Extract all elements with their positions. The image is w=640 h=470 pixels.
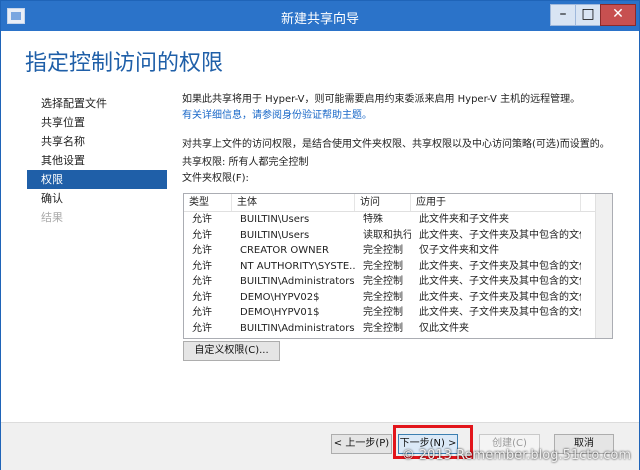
cell-principal: BUILTIN\Users [240,214,310,225]
nav-item-share-location[interactable]: 共享位置 [27,113,167,132]
header-access[interactable]: 访问 [355,194,411,211]
cell-access: 完全控制 [363,245,403,256]
table-scrollbar[interactable] [595,194,612,338]
cell-type: 允许 [192,229,212,241]
table-row[interactable]: 允许 BUILTIN\Users 读取和执行 此文件夹、子文件夹及其中包含的文件 [184,228,612,244]
nav-item-select-profile[interactable]: 选择配置文件 [27,94,167,113]
table-row[interactable]: 允许 NT AUTHORITY\SYSTE... 完全控制 此文件夹、子文件夹及… [184,259,612,275]
cell-access: 完全控制 [363,260,403,272]
nav-item-permissions[interactable]: 权限 [27,170,167,189]
header-applies-to[interactable]: 应用于 [411,194,581,211]
prev-button[interactable]: < 上一步(P) [331,434,392,454]
help-link[interactable]: 有关详细信息，请参阅身份验证帮助主题。 [182,108,622,124]
cell-principal: BUILTIN\Administrators [240,322,355,334]
cell-type: 允许 [192,291,212,303]
cell-type: 允许 [192,245,212,256]
nav-item-results: 结果 [41,211,63,224]
cell-principal: CREATOR OWNER [240,245,329,256]
table-header: 类型 主体 访问 应用于 [184,194,612,212]
window-title: 新建共享向导 [280,12,359,27]
cell-access: 完全控制 [363,307,403,318]
cell-applies-to: 此文件夹、子文件夹及其中包含的文件 [419,260,581,272]
nav-item-confirm[interactable]: 确认 [27,189,167,208]
cell-principal: DEMO\HYPV01$ [240,307,320,318]
cell-principal: DEMO\HYPV02$ [240,291,320,303]
page-title: 指定控制访问的权限 [25,51,224,76]
cell-type: 允许 [192,322,212,334]
table-row[interactable]: 允许 BUILTIN\Administrators 完全控制 仅此文件夹 [184,321,612,337]
table-row[interactable]: 允许 BUILTIN\Users 特殊 此文件夹和子文件夹 [184,212,612,228]
intro-text: 如果此共享将用于 Hyper-V，则可能需要启用约束委派来启用 Hyper-V … [182,94,581,105]
cell-access: 完全控制 [363,291,403,303]
table-row[interactable]: 允许 BUILTIN\Administrators 完全控制 此文件夹、子文件夹… [184,274,612,290]
cell-access: 特殊 [363,214,383,225]
table-row[interactable]: 允许 CREATOR OWNER 完全控制 仅子文件夹和文件 [184,243,612,259]
cell-access: 完全控制 [363,322,403,334]
cell-type: 允许 [192,214,212,225]
nav-item-other-settings[interactable]: 其他设置 [27,151,167,170]
cell-access: 完全控制 [363,276,403,287]
content-area: 如果此共享将用于 Hyper-V，则可能需要启用约束委派来启用 Hyper-V … [182,92,622,187]
cell-principal: BUILTIN\Users [240,229,310,241]
table-row[interactable]: 允许 DEMO\HYPV01$ 完全控制 此文件夹、子文件夹及其中包含的文件 [184,305,612,321]
cell-type: 允许 [192,307,212,318]
maximize-button[interactable]: □ [575,4,601,26]
title-bar[interactable]: 新建共享向导 – □ ✕ [1,1,639,31]
cell-applies-to: 此文件夹、子文件夹及其中包含的文件 [419,276,581,287]
description-text: 对共享上文件的访问权限，是结合使用文件夹权限、共享权限以及中心访问策略(可选)而… [182,139,610,150]
custom-permissions-button[interactable]: 自定义权限(C)... [183,341,280,361]
cell-applies-to: 此文件夹、子文件夹及其中包含的文件 [419,307,581,318]
cell-applies-to: 仅子文件夹和文件 [419,245,499,256]
folder-permission-label: 文件夹权限(F): [182,173,249,184]
cell-access: 读取和执行 [363,229,411,241]
table-row[interactable]: 允许 DEMO\HYPV02$ 完全控制 此文件夹、子文件夹及其中包含的文件 [184,290,612,306]
cell-applies-to: 此文件夹、子文件夹及其中包含的文件 [419,291,581,303]
header-principal[interactable]: 主体 [232,194,355,211]
cell-applies-to: 仅此文件夹 [419,322,469,334]
minimize-button[interactable]: – [550,4,576,26]
cell-principal: NT AUTHORITY\SYSTE... [240,260,355,272]
watermark: © 2013 Remember.blog.51cto.com [401,448,631,463]
cell-applies-to: 此文件夹和子文件夹 [419,214,509,225]
close-button[interactable]: ✕ [600,4,636,26]
wizard-window: 新建共享向导 – □ ✕ 指定控制访问的权限 选择配置文件 共享位置 共享名称 … [0,0,640,470]
cell-principal: BUILTIN\Administrators [240,276,355,287]
nav-item-share-name[interactable]: 共享名称 [27,132,167,151]
wizard-nav: 选择配置文件 共享位置 共享名称 其他设置 权限 确认 结果 [27,94,167,227]
header-type[interactable]: 类型 [184,194,232,211]
cell-applies-to: 此文件夹、子文件夹及其中包含的文件 [419,229,581,241]
permissions-table[interactable]: 类型 主体 访问 应用于 允许 BUILTIN\Users 特殊 此文件夹和子文… [183,193,613,339]
cell-type: 允许 [192,260,212,272]
share-permission-text: 共享权限: 所有人都完全控制 [182,157,309,168]
cell-type: 允许 [192,276,212,287]
